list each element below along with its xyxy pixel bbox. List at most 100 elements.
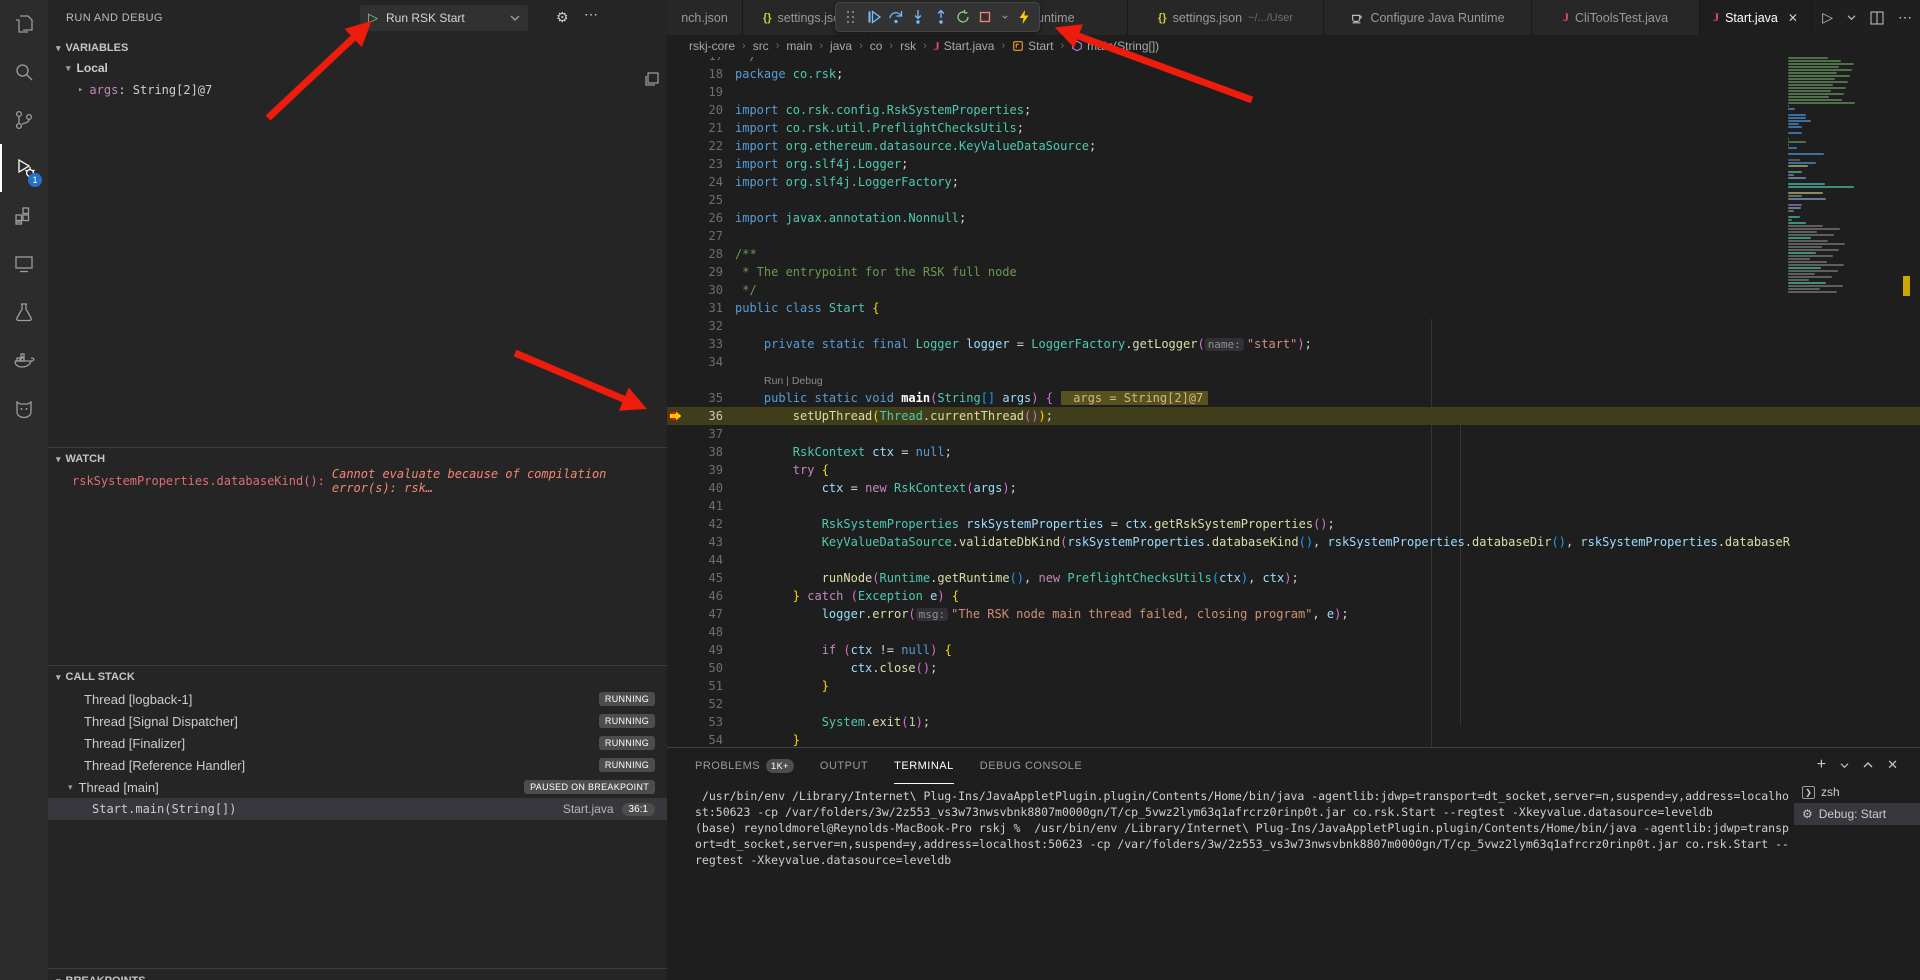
code-line-53[interactable]: 53 System.exit(1);: [667, 713, 1920, 731]
code-line-29[interactable]: 29 * The entrypoint for the RSK full nod…: [667, 263, 1920, 281]
code-line-35[interactable]: 35 public static void main(String[] args…: [667, 389, 1920, 407]
code-line-50[interactable]: 50 ctx.close();: [667, 659, 1920, 677]
code-line-24[interactable]: 24import org.slf4j.LoggerFactory;: [667, 173, 1920, 191]
code-line-20[interactable]: 20import co.rsk.config.RskSystemProperti…: [667, 101, 1920, 119]
panel-tab-problems[interactable]: PROBLEMS1K+: [695, 748, 794, 784]
breadcrumb-item[interactable]: src: [753, 39, 769, 53]
breadcrumb-item[interactable]: rsk: [900, 39, 916, 53]
code-lens-row[interactable]: Run | Debug: [667, 371, 1920, 389]
code-line-17[interactable]: 17 */: [667, 57, 1920, 65]
split-editor-icon[interactable]: [1870, 11, 1884, 25]
panel-tab-terminal[interactable]: TERMINAL: [894, 748, 954, 784]
code-line-38[interactable]: 38 RskContext ctx = null;: [667, 443, 1920, 461]
stop-icon[interactable]: [976, 6, 994, 28]
new-terminal-icon[interactable]: +: [1817, 756, 1826, 774]
code-line-42[interactable]: 42 RskSystemProperties rskSystemProperti…: [667, 515, 1920, 533]
activity-remote-explorer-icon[interactable]: [0, 240, 48, 288]
activity-explorer-icon[interactable]: [0, 0, 48, 48]
breadcrumb-item[interactable]: rskj-core: [689, 39, 735, 53]
drag-grip-icon[interactable]: [842, 6, 860, 28]
minimap[interactable]: [1788, 57, 1862, 747]
run-config-dropdown[interactable]: ▷ Run RSK Start: [360, 5, 528, 31]
start-debugging-icon[interactable]: ▷: [368, 10, 378, 26]
code-line-48[interactable]: 48: [667, 623, 1920, 641]
activity-misc-extension-icon[interactable]: [0, 384, 48, 432]
watch-expression-row[interactable]: rskSystemProperties.databaseKind(): Cann…: [48, 471, 667, 491]
variables-scope-local[interactable]: ▾ Local: [48, 58, 667, 78]
call-stack-section-header[interactable]: ▾ CALL STACK: [48, 667, 667, 687]
code-line-23[interactable]: 23import org.slf4j.Logger;: [667, 155, 1920, 173]
chevron-down-icon[interactable]: [510, 9, 520, 27]
activity-source-control-icon[interactable]: [0, 96, 48, 144]
activity-extensions-icon[interactable]: [0, 192, 48, 240]
call-stack-frame-row-selected[interactable]: Start.main(String[]) Start.java 36:1: [48, 798, 667, 820]
code-line-47[interactable]: 47 logger.error(msg:"The RSK node main t…: [667, 605, 1920, 623]
step-over-icon[interactable]: [887, 6, 905, 28]
run-dropdown-chevron-icon[interactable]: [1847, 14, 1856, 21]
code-line-40[interactable]: 40 ctx = new RskContext(args);: [667, 479, 1920, 497]
stop-chevron-icon[interactable]: [999, 6, 1011, 28]
tab-clitoolstest-java[interactable]: JCliToolsTest.java: [1532, 0, 1700, 35]
debug-settings-gear-icon[interactable]: ⚙: [556, 9, 569, 26]
code-line-28[interactable]: 28/**: [667, 245, 1920, 263]
tab-settings-json[interactable]: {}settings.json~/.../User: [1128, 0, 1324, 35]
code-line-33[interactable]: 33 private static final Logger logger = …: [667, 335, 1920, 353]
activity-docker-icon[interactable]: [0, 336, 48, 384]
activity-run-and-debug-icon[interactable]: 1: [0, 144, 48, 192]
code-line-44[interactable]: 44: [667, 551, 1920, 569]
breakpoints-section-header[interactable]: ▾ BREAKPOINTS: [48, 971, 667, 980]
code-line-27[interactable]: 27: [667, 227, 1920, 245]
terminal-instance-debug-start[interactable]: ⚙Debug: Start: [1794, 803, 1920, 825]
code-line-30[interactable]: 30 */: [667, 281, 1920, 299]
call-stack-thread-row[interactable]: ▾Thread [main]PAUSED ON BREAKPOINT: [48, 776, 667, 798]
terminal-instance-zsh[interactable]: ❯zsh: [1794, 781, 1920, 803]
step-into-icon[interactable]: [909, 6, 927, 28]
code-line-37[interactable]: 37: [667, 425, 1920, 443]
code-line-54[interactable]: 54 }: [667, 731, 1920, 747]
hot-code-replace-icon[interactable]: [1015, 6, 1033, 28]
editor-stack-icon[interactable]: [645, 72, 659, 89]
breadcrumb-item[interactable]: main(String[]): [1071, 39, 1159, 53]
call-stack-thread-row[interactable]: Thread [Reference Handler]RUNNING: [48, 754, 667, 776]
code-editor[interactable]: 17 */18package co.rsk;1920import co.rsk.…: [667, 57, 1920, 747]
breadcrumb-item[interactable]: co: [870, 39, 883, 53]
code-line-32[interactable]: 32: [667, 317, 1920, 335]
close-panel-icon[interactable]: ✕: [1887, 757, 1898, 773]
breadcrumb-item[interactable]: java: [830, 39, 852, 53]
code-line-43[interactable]: 43 KeyValueDataSource.validateDbKind(rsk…: [667, 533, 1920, 551]
panel-tab-debug-console[interactable]: DEBUG CONSOLE: [980, 748, 1082, 784]
call-stack-thread-row[interactable]: Thread [logback-1]RUNNING: [48, 688, 667, 710]
tab-start-java[interactable]: JStart.java✕: [1700, 0, 1812, 35]
code-line-46[interactable]: 46 } catch (Exception e) {: [667, 587, 1920, 605]
step-out-icon[interactable]: [932, 6, 950, 28]
editor-more-actions-icon[interactable]: ⋯: [1898, 9, 1912, 26]
tab-nch-json[interactable]: nch.json: [667, 0, 743, 35]
tab-configure-java-runtime[interactable]: Configure Java Runtime: [1324, 0, 1532, 35]
continue-icon[interactable]: [864, 6, 882, 28]
activity-search-icon[interactable]: [0, 48, 48, 96]
code-line-19[interactable]: 19: [667, 83, 1920, 101]
terminal-output[interactable]: /usr/bin/env /Library/Internet\ Plug-Ins…: [695, 788, 1795, 868]
close-icon[interactable]: ✕: [1788, 11, 1798, 25]
code-line-34[interactable]: 34: [667, 353, 1920, 371]
run-java-icon[interactable]: ▷: [1822, 9, 1833, 26]
breadcrumb-item[interactable]: Start: [1012, 39, 1053, 53]
code-line-22[interactable]: 22import org.ethereum.datasource.KeyValu…: [667, 137, 1920, 155]
code-line-26[interactable]: 26import javax.annotation.Nonnull;: [667, 209, 1920, 227]
variables-section-header[interactable]: ▾ VARIABLES: [48, 38, 667, 58]
variable-args-row[interactable]: ▸ args: String[2]@7: [48, 80, 667, 100]
code-line-45[interactable]: 45 runNode(Runtime.getRuntime(), new Pre…: [667, 569, 1920, 587]
code-line-49[interactable]: 49 if (ctx != null) {: [667, 641, 1920, 659]
call-stack-thread-row[interactable]: Thread [Signal Dispatcher]RUNNING: [48, 710, 667, 732]
code-line-52[interactable]: 52: [667, 695, 1920, 713]
code-line-36[interactable]: 36 setUpThread(Thread.currentThread());: [667, 407, 1920, 425]
code-lens-run-debug[interactable]: Run | Debug: [735, 375, 823, 387]
watch-section-header[interactable]: ▾ WATCH: [48, 449, 667, 469]
code-line-31[interactable]: 31public class Start {: [667, 299, 1920, 317]
code-line-51[interactable]: 51 }: [667, 677, 1920, 695]
call-stack-thread-row[interactable]: Thread [Finalizer]RUNNING: [48, 732, 667, 754]
breadcrumb-item[interactable]: JStart.java: [934, 39, 995, 54]
code-line-39[interactable]: 39 try {: [667, 461, 1920, 479]
code-line-21[interactable]: 21import co.rsk.util.PreflightChecksUtil…: [667, 119, 1920, 137]
breadcrumb-item[interactable]: main: [786, 39, 812, 53]
